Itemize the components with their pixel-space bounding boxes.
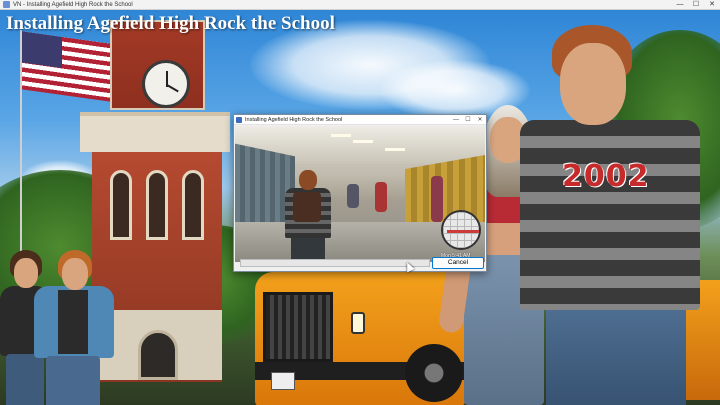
install-progress-bar xyxy=(240,259,430,267)
maximize-button[interactable]: ☐ xyxy=(688,0,704,10)
dialog-maximize-button[interactable]: ☐ xyxy=(462,115,474,125)
os-window-titlebar: VN - Installing Agefield High Rock the S… xyxy=(0,0,720,10)
dialog-title: Installing Agefield High Rock the School xyxy=(245,116,343,123)
installer-icon xyxy=(236,116,242,123)
cancel-button[interactable]: Cancel xyxy=(432,257,484,269)
close-button[interactable]: ✕ xyxy=(704,0,720,10)
npc xyxy=(375,182,387,212)
sweater-number: 2002 xyxy=(562,159,650,194)
player-character xyxy=(277,170,337,262)
game-preview-image: Mon 5:41 AM xyxy=(235,126,485,262)
character-left-red-hair xyxy=(28,250,118,405)
dialog-titlebar[interactable]: Installing Agefield High Rock the School… xyxy=(234,115,486,125)
npc xyxy=(347,184,359,208)
minimize-button[interactable]: — xyxy=(672,0,688,10)
os-window-controls: — ☐ ✕ xyxy=(672,0,720,10)
dialog-minimize-button[interactable]: — xyxy=(450,115,462,125)
npc xyxy=(431,176,443,222)
install-banner-title: Installing Agefield High Rock the School xyxy=(6,13,335,34)
minimap-icon xyxy=(441,210,481,250)
clock-icon xyxy=(142,60,190,108)
app-icon xyxy=(3,1,10,8)
character-striped-sweater: 2002 xyxy=(510,25,720,405)
os-window-title: VN - Installing Agefield High Rock the S… xyxy=(13,1,133,8)
installer-dialog: Installing Agefield High Rock the School… xyxy=(233,114,487,272)
dialog-close-button[interactable]: ✕ xyxy=(474,115,486,125)
school-bus xyxy=(255,272,465,405)
dialog-controls: — ☐ ✕ xyxy=(450,115,486,125)
